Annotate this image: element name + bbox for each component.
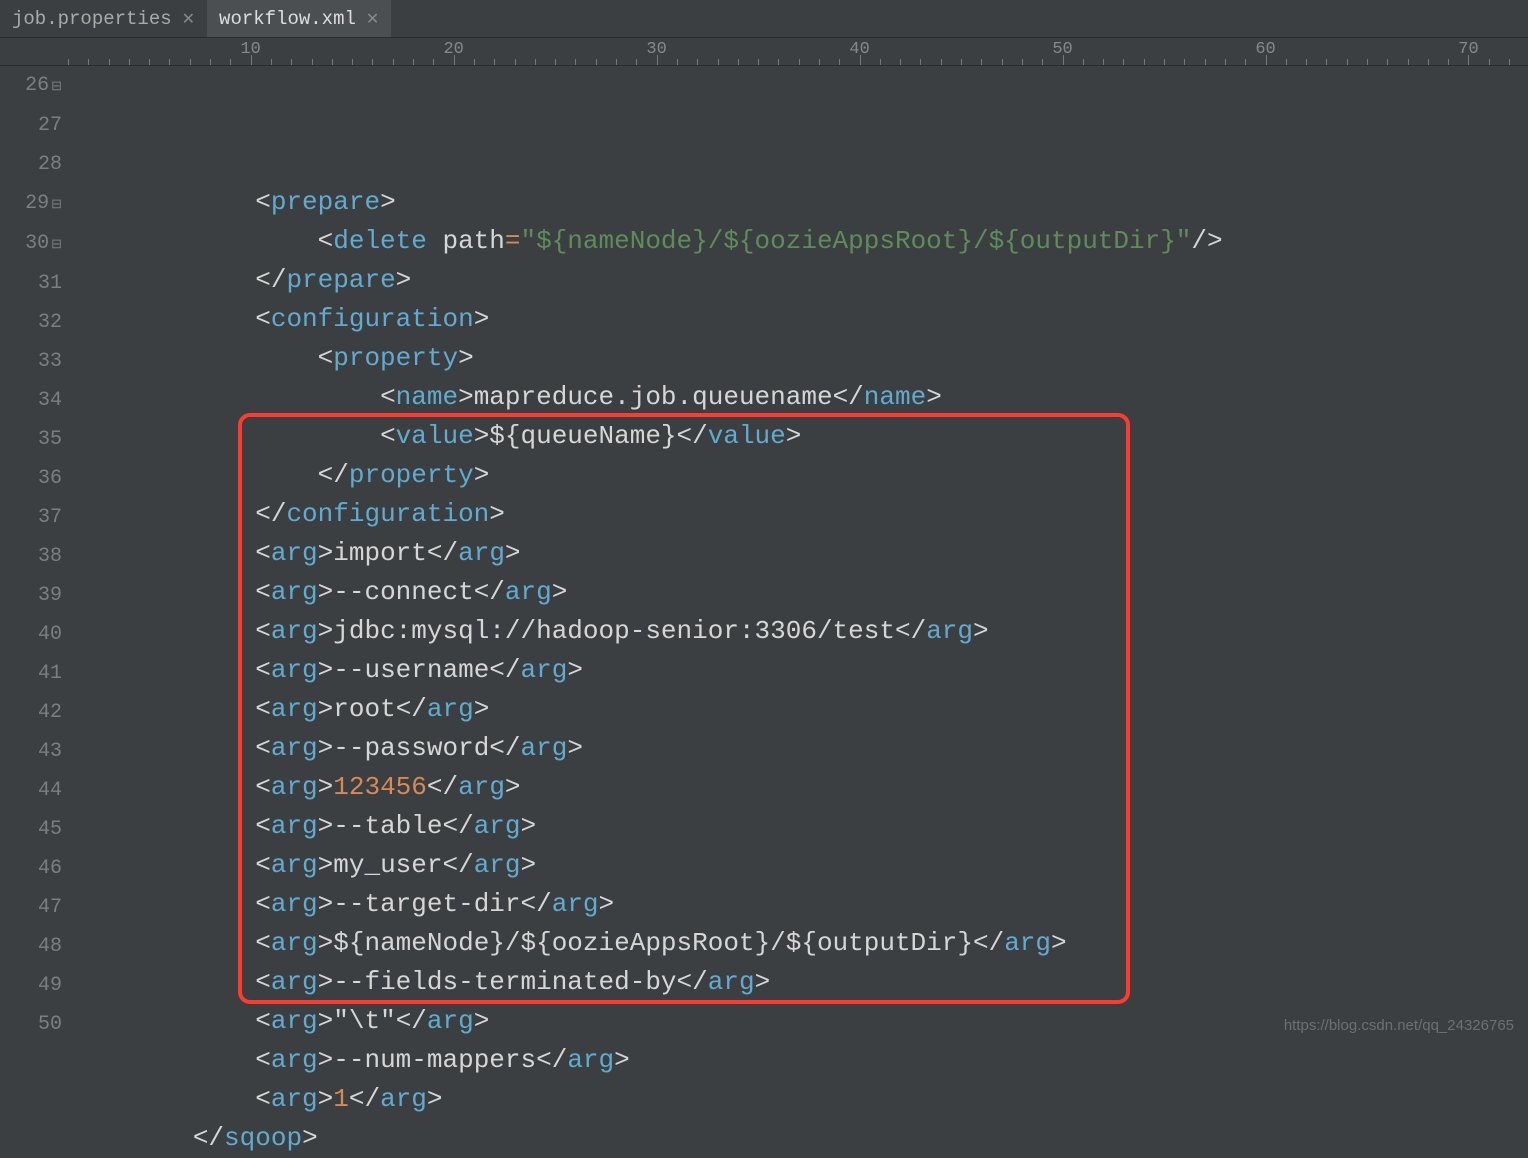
line-number: 45 bbox=[0, 810, 62, 849]
tab-label: job.properties bbox=[12, 8, 172, 30]
ruler-label: 10 bbox=[240, 40, 260, 59]
ruler-label: 60 bbox=[1255, 40, 1275, 59]
ruler-label: 20 bbox=[443, 40, 463, 59]
line-number: 28 bbox=[0, 145, 62, 184]
line-number: 50 bbox=[0, 1005, 62, 1044]
code-line[interactable]: <arg>${nameNode}/${oozieAppsRoot}/${outp… bbox=[68, 924, 1528, 963]
line-number: 31 bbox=[0, 264, 62, 303]
code-line[interactable]: <arg>my_user</arg> bbox=[68, 846, 1528, 885]
code-line[interactable]: <property> bbox=[68, 339, 1528, 378]
ruler-label: 50 bbox=[1052, 40, 1072, 59]
code-line[interactable]: </property> bbox=[68, 456, 1528, 495]
code-line[interactable]: <arg>import</arg> bbox=[68, 534, 1528, 573]
code-line[interactable]: <name>mapreduce.job.queuename</name> bbox=[68, 378, 1528, 417]
code-line[interactable]: <arg>--table</arg> bbox=[68, 807, 1528, 846]
line-number: 39 bbox=[0, 576, 62, 615]
close-icon[interactable]: ✕ bbox=[182, 9, 195, 29]
code-line[interactable]: <arg>root</arg> bbox=[68, 690, 1528, 729]
line-number: 36 bbox=[0, 459, 62, 498]
code-line[interactable]: <arg>--password</arg> bbox=[68, 729, 1528, 768]
tab-workflow-xml[interactable]: workflow.xml ✕ bbox=[207, 0, 391, 37]
line-number: 42 bbox=[0, 693, 62, 732]
ruler-label: 70 bbox=[1458, 40, 1478, 59]
code-line[interactable]: <arg>jdbc:mysql://hadoop-senior:3306/tes… bbox=[68, 612, 1528, 651]
code-line[interactable]: </prepare> bbox=[68, 261, 1528, 300]
close-icon[interactable]: ✕ bbox=[366, 9, 379, 29]
code-line[interactable]: </configuration> bbox=[68, 495, 1528, 534]
fold-icon[interactable]: ⊟ bbox=[49, 79, 62, 94]
editor-tabs: job.properties ✕ workflow.xml ✕ bbox=[0, 0, 1528, 38]
line-number: 35 bbox=[0, 420, 62, 459]
line-number: 37 bbox=[0, 498, 62, 537]
column-ruler: 10 20 30 40 50 60 70 bbox=[0, 38, 1528, 66]
code-line[interactable]: <arg>--username</arg> bbox=[68, 651, 1528, 690]
line-number: 43 bbox=[0, 732, 62, 771]
code-line[interactable]: <delete path="${nameNode}/${oozieAppsRoo… bbox=[68, 222, 1528, 261]
code-line[interactable]: <prepare> bbox=[68, 183, 1528, 222]
line-number: 38 bbox=[0, 537, 62, 576]
line-number: 27 bbox=[0, 106, 62, 145]
line-gutter: 26⊟272829⊟30⊟313233343536373839404142434… bbox=[0, 66, 68, 1042]
line-number: 34 bbox=[0, 381, 62, 420]
line-number: 44 bbox=[0, 771, 62, 810]
code-line[interactable]: <arg>--num-mappers</arg> bbox=[68, 1041, 1528, 1080]
code-line[interactable]: <arg>--fields-terminated-by</arg> bbox=[68, 963, 1528, 1002]
line-number: 49 bbox=[0, 966, 62, 1005]
code-area[interactable]: <prepare> <delete path="${nameNode}/${oo… bbox=[68, 66, 1528, 1042]
line-number: 47 bbox=[0, 888, 62, 927]
line-number: 46 bbox=[0, 849, 62, 888]
line-number: 26⊟ bbox=[0, 66, 62, 106]
line-number: 32 bbox=[0, 303, 62, 342]
ruler-label: 40 bbox=[849, 40, 869, 59]
ruler-label: 30 bbox=[646, 40, 666, 59]
line-number: 40 bbox=[0, 615, 62, 654]
code-line[interactable]: <arg>--connect</arg> bbox=[68, 573, 1528, 612]
editor: 26⊟272829⊟30⊟313233343536373839404142434… bbox=[0, 66, 1528, 1042]
line-number: 33 bbox=[0, 342, 62, 381]
tab-job-properties[interactable]: job.properties ✕ bbox=[0, 0, 207, 37]
line-number: 41 bbox=[0, 654, 62, 693]
line-number: 48 bbox=[0, 927, 62, 966]
tab-label: workflow.xml bbox=[219, 8, 356, 30]
fold-icon[interactable]: ⊟ bbox=[49, 237, 62, 252]
code-line[interactable]: </sqoop> bbox=[68, 1119, 1528, 1158]
code-line[interactable]: <value>${queueName}</value> bbox=[68, 417, 1528, 456]
code-line[interactable]: <arg>1</arg> bbox=[68, 1080, 1528, 1119]
code-line[interactable]: <configuration> bbox=[68, 300, 1528, 339]
watermark: https://blog.csdn.net/qq_24326765 bbox=[1284, 1017, 1514, 1034]
line-number: 30⊟ bbox=[0, 224, 62, 264]
code-line[interactable]: <arg>--target-dir</arg> bbox=[68, 885, 1528, 924]
line-number: 29⊟ bbox=[0, 184, 62, 224]
fold-icon[interactable]: ⊟ bbox=[49, 197, 62, 212]
code-line[interactable]: <arg>123456</arg> bbox=[68, 768, 1528, 807]
